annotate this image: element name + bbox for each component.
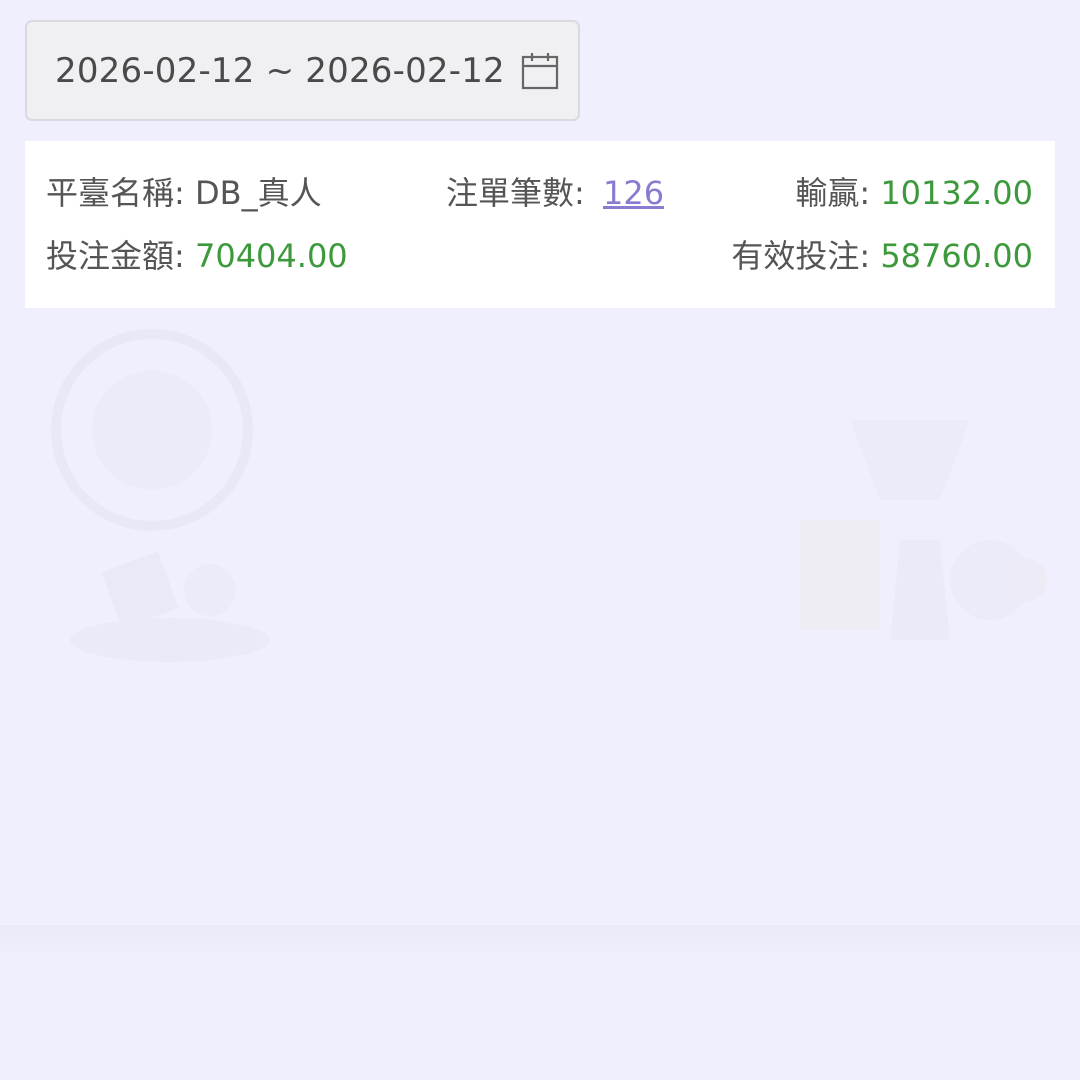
bottom-shadow: [0, 925, 1080, 955]
platform-value: DB_真人: [194, 174, 322, 212]
bet-amount-label: 投注金額:: [46, 237, 195, 275]
decorative-trophy-illustration: [51, 329, 270, 662]
bet-count-link[interactable]: 126: [603, 174, 664, 212]
platform-field: 平臺名稱: DB_真人: [46, 173, 322, 213]
bet-amount-value: 70404.00: [194, 237, 348, 275]
page: 2026-02-12 ~ 2026-02-12 平臺名稱: DB_真人 注單筆數…: [0, 0, 1080, 1080]
summary-card: 平臺名稱: DB_真人 注單筆數: 126 輸贏: 10132.00 投注金額:…: [25, 141, 1055, 308]
valid-bet-field: 有效投注: 58760.00: [731, 236, 1033, 276]
decorative-gifts-illustration: [800, 420, 1047, 640]
calendar-icon[interactable]: [520, 51, 560, 91]
platform-label: 平臺名稱:: [46, 174, 195, 212]
win-loss-label: 輸贏:: [795, 174, 881, 212]
win-loss-value: 10132.00: [880, 174, 1033, 212]
date-range-picker[interactable]: 2026-02-12 ~ 2026-02-12: [25, 20, 580, 121]
bet-amount-field: 投注金額: 70404.00: [46, 236, 348, 276]
win-loss-field: 輸贏: 10132.00: [795, 173, 1033, 213]
date-range-text: 2026-02-12 ~ 2026-02-12: [55, 50, 505, 91]
valid-bet-label: 有效投注:: [731, 237, 881, 275]
valid-bet-value: 58760.00: [880, 237, 1033, 275]
bet-count-field: 注單筆數: 126: [446, 173, 664, 213]
bet-count-label: 注單筆數:: [446, 174, 595, 212]
